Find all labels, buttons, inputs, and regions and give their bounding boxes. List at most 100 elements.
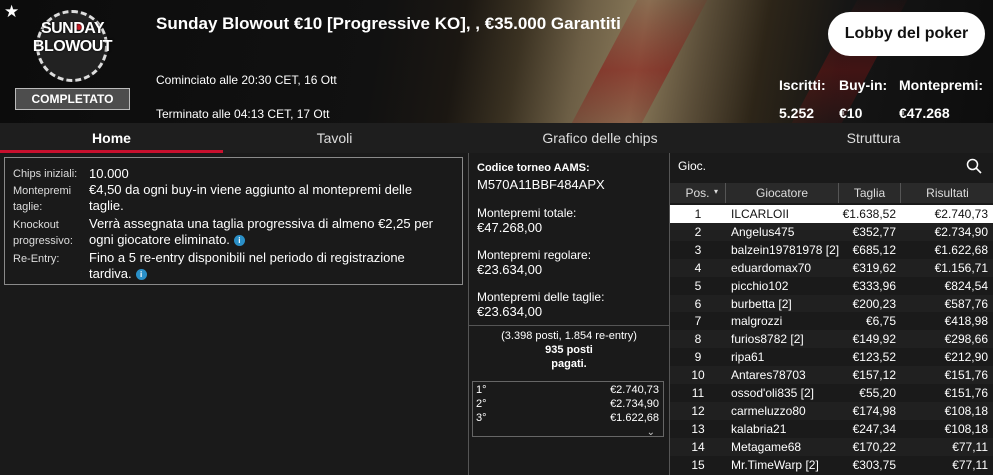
search-icon[interactable] — [966, 158, 982, 174]
cell-player-name: picchio102 — [731, 278, 789, 293]
info-icon[interactable]: i — [233, 235, 245, 247]
cell-result: €1.622,68 — [934, 242, 988, 257]
table-row[interactable]: 10 Antares78703 €157,12 €151,76 — [670, 366, 993, 385]
cell-bounty: €6,75 — [865, 314, 896, 329]
regular-prizepool-label: Montepremi regolare: — [477, 248, 592, 262]
cell-bounty: €55,20 — [859, 386, 896, 400]
info-label-starting-chips: Chips iniziali: — [13, 168, 78, 180]
cell-position: 14 — [691, 439, 705, 454]
cell-position: 12 — [691, 403, 705, 418]
cell-bounty: €352,77 — [852, 224, 896, 239]
table-row[interactable]: 2 Angelus475 €352,77 €2.734,90 — [670, 222, 993, 241]
tournament-title: Sunday Blowout €10 [Progressive KO], , €… — [156, 14, 621, 33]
cell-player-name: Angelus475 — [731, 224, 795, 239]
info-icon[interactable]: i — [135, 269, 147, 281]
player-search-label[interactable]: Gioc. — [678, 159, 706, 173]
bounty-prizepool-label: Montepremi delle taglie: — [477, 290, 605, 304]
divider — [469, 325, 669, 326]
table-row[interactable]: 11 ossod'oli835 [2] €55,20 €151,76 — [670, 384, 993, 402]
chevron-down-icon[interactable]: ⌄ — [647, 427, 655, 438]
cell-result: €2.740,73 — [934, 207, 988, 221]
table-row[interactable]: 15 Mr.TimeWarp [2] €303,75 €77,11 — [670, 455, 993, 474]
cell-position: 15 — [691, 457, 705, 472]
table-row[interactable]: 9 ripa61 €123,52 €212,90 — [670, 348, 993, 367]
table-row[interactable]: 4 eduardomax70 €319,62 €1.156,71 — [670, 258, 993, 277]
table-row[interactable]: 8 furios8782 [2] €149,92 €298,66 — [670, 330, 993, 349]
aams-code-value: M570A11BBF484APX — [477, 177, 605, 192]
aams-code-label: Codice torneo AAMS: — [477, 162, 590, 174]
cell-result: €151,76 — [944, 386, 988, 400]
buyin-label: Buy-in: — [839, 77, 888, 93]
tournament-header: ★ SUNDAY BLOWOUT COMPLETATO Sunday Blowo… — [0, 0, 993, 123]
cell-position: 4 — [694, 260, 702, 275]
end-time: Terminato alle 04:13 CET, 17 Ott — [156, 107, 330, 121]
table-row[interactable]: 3 balzein19781978 [2] €685,12 €1.622,68 — [670, 240, 993, 259]
column-header-results[interactable]: Risultati — [901, 183, 993, 203]
info-label-bounty-pool: Montepremi taglie: — [13, 185, 72, 213]
cell-player-name: Antares78703 — [731, 368, 806, 383]
cell-position: 6 — [694, 296, 702, 311]
cell-position: 3 — [694, 242, 702, 257]
table-row[interactable]: 13 kalabria21 €247,34 €108,18 — [670, 419, 993, 438]
cell-bounty: €247,34 — [852, 421, 896, 436]
cell-bounty: €149,92 — [852, 332, 896, 347]
info-value-bounty-pool: €4,50 da ogni buy-in viene aggiunto al m… — [89, 182, 413, 213]
column-header-player[interactable]: Giocatore — [726, 183, 839, 203]
cell-result: €298,66 — [944, 332, 988, 347]
cell-result: €824,54 — [944, 278, 988, 293]
cell-result: €77,11 — [952, 457, 988, 472]
cell-result: €418,98 — [944, 314, 988, 329]
tab-home[interactable]: Home — [0, 123, 223, 153]
players-panel: Gioc. Pos. ▾ Giocatore Taglia Risultati … — [669, 153, 993, 475]
table-row[interactable]: 5 picchio102 €333,96 €824,54 — [670, 276, 993, 295]
cell-result: €77,11 — [952, 439, 988, 454]
table-row[interactable]: 1 ILCARLOII €1.638,52 €2.740,73 — [670, 205, 993, 223]
table-row[interactable]: 12 carmeluzzo80 €174,98 €108,18 — [670, 401, 993, 420]
poker-lobby-button[interactable]: Lobby del poker — [828, 12, 985, 56]
cell-player-name: ILCARLOII — [731, 207, 790, 221]
cell-bounty: €157,12 — [852, 368, 896, 383]
payout-amount: €1.622,68 — [610, 412, 659, 424]
payout-amount: €2.734,90 — [610, 398, 659, 410]
cell-result: €108,18 — [944, 403, 988, 418]
places-line2: 935 posti — [545, 344, 593, 356]
table-row[interactable]: 14 Metagame68 €170,22 €77,11 — [670, 437, 993, 456]
prizepool-value: €47.268 — [899, 105, 950, 121]
payout-list[interactable]: 1° €2.740,73 2° €2.734,90 3° €1.622,68 ⌄ — [472, 381, 664, 438]
cell-player-name: malgrozzi — [731, 314, 783, 329]
table-row[interactable]: 7 malgrozzi €6,75 €418,98 — [670, 312, 993, 331]
payout-row: 2° €2.734,90 — [473, 398, 663, 412]
home-content: Chips iniziali: 10.000 Montepremi taglie… — [0, 153, 993, 475]
info-value-progressive-ko: Verrà assegnata una taglia progressiva d… — [89, 216, 449, 248]
cell-bounty: €319,62 — [852, 260, 896, 275]
payout-place: 3° — [476, 412, 487, 424]
tournament-info-box: Chips iniziali: 10.000 Montepremi taglie… — [4, 157, 463, 285]
cell-bounty: €174,98 — [852, 403, 896, 418]
start-time: Cominciato alle 20:30 CET, 16 Ott — [156, 73, 337, 87]
tab-chip-graph[interactable]: Grafico delle chips — [446, 123, 754, 153]
cell-bounty: €303,75 — [852, 457, 896, 472]
cell-result: €212,90 — [944, 350, 988, 365]
cell-bounty: €1.638,52 — [842, 207, 896, 221]
cell-position: 1 — [694, 207, 702, 221]
cell-bounty: €200,23 — [852, 296, 896, 311]
cell-player-name: burbetta [2] — [731, 296, 792, 311]
payout-place: 2° — [476, 398, 487, 410]
tab-tables[interactable]: Tavoli — [223, 123, 446, 153]
table-row[interactable]: 6 burbetta [2] €200,23 €587,76 — [670, 294, 993, 313]
info-label-reentry: Re-Entry: — [13, 253, 60, 265]
cell-position: 10 — [691, 368, 705, 383]
payout-row: 1° €2.740,73 — [473, 384, 663, 398]
tab-structure[interactable]: Struttura — [754, 123, 993, 153]
prizepool-label: Montepremi: — [899, 77, 983, 93]
logo-text-line1: SUNDAY — [40, 20, 105, 37]
status-badge: COMPLETATO — [15, 88, 130, 110]
column-header-bounty[interactable]: Taglia — [839, 183, 901, 203]
info-value-starting-chips: 10.000 — [89, 166, 129, 181]
cell-position: 7 — [694, 314, 702, 329]
cell-position: 8 — [694, 332, 702, 347]
payout-amount: €2.740,73 — [610, 384, 659, 396]
payout-row: 3° €1.622,68 — [473, 412, 663, 426]
cell-player-name: carmeluzzo80 — [731, 403, 806, 418]
cell-bounty: €333,96 — [852, 278, 896, 293]
